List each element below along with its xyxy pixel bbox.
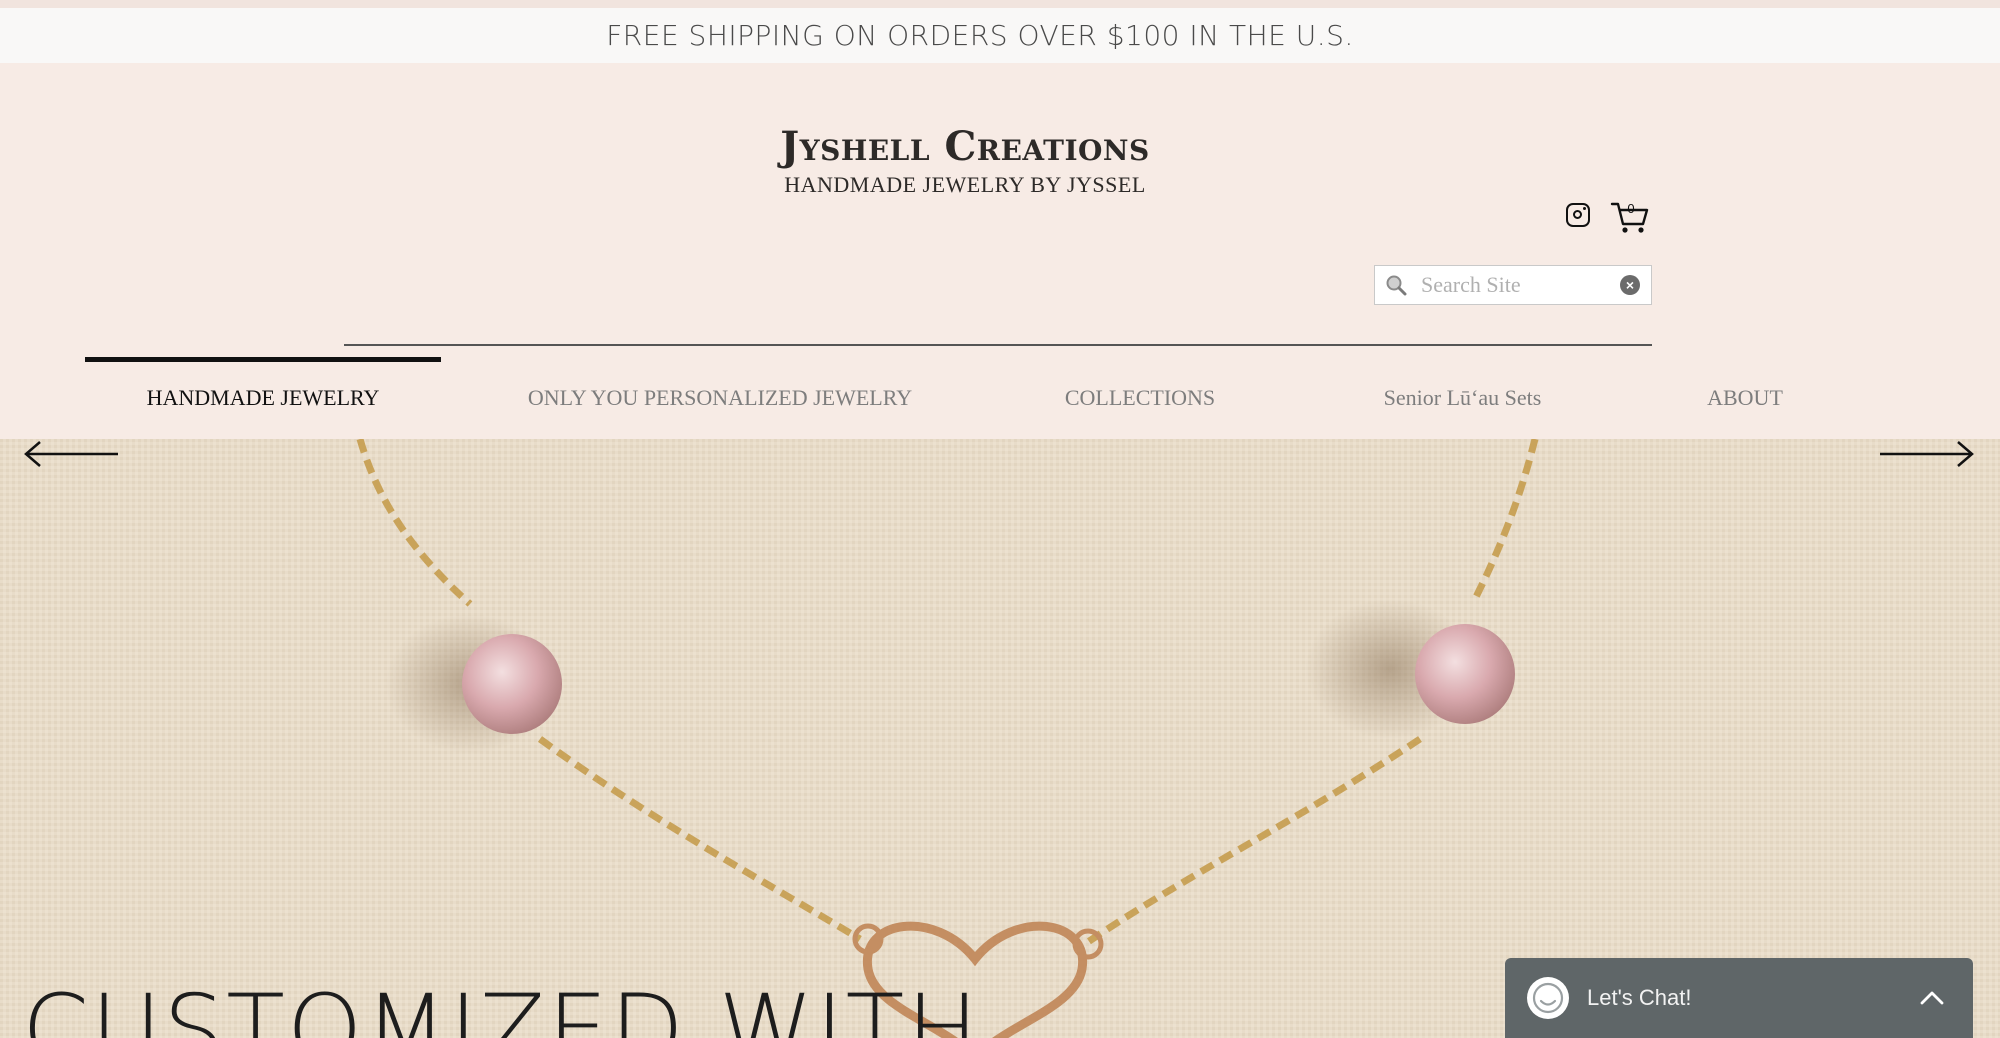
nav-item-about[interactable]: ABOUT [1660,357,1830,439]
chevron-up-icon[interactable] [1919,990,1945,1006]
announcement-text: FREE SHIPPING ON ORDERS OVER $100 IN THE… [606,19,1354,52]
instagram-icon[interactable] [1566,203,1590,227]
chat-widget[interactable]: Let's Chat! [1505,958,1973,1038]
cart-count: 0 [1627,201,1635,216]
hero-title: CUSTOMIZED WITH [22,974,981,1038]
site-header: Jyshell Creations HANDMADE JEWELRY BY JY… [0,63,2000,439]
announcement-bar: FREE SHIPPING ON ORDERS OVER $100 IN THE… [0,8,2000,63]
nav-item-collections[interactable]: COLLECTIONS [1020,357,1260,439]
top-strip [0,0,2000,8]
nav-item-senior-luau-sets[interactable]: Senior Lūʻau Sets [1340,357,1585,439]
prev-slide-arrow[interactable] [22,439,122,469]
main-nav: HANDMADE JEWELRY ONLY YOU PERSONALIZED J… [0,357,2000,439]
nav-item-personalized-jewelry[interactable]: ONLY YOU PERSONALIZED JEWELRY [510,357,930,439]
brand-subtitle: HANDMADE JEWELRY BY JYSSEL [784,172,1146,197]
brand-title[interactable]: Jyshell Creations [700,123,1230,170]
hero-slideshow: CUSTOMIZED WITH [0,439,2000,1038]
next-slide-arrow[interactable] [1876,439,1976,469]
brand[interactable]: Jyshell Creations HANDMADE JEWELRY BY JY… [700,123,1230,198]
search-input[interactable] [1421,272,1611,298]
header-divider [344,344,1652,346]
chat-smiley-icon [1527,977,1569,1019]
search-icon[interactable] [1385,274,1407,296]
hero-image [0,439,2000,1038]
search-box: × [1374,265,1652,305]
nav-item-handmade-jewelry[interactable]: HANDMADE JEWELRY [85,357,441,439]
clear-icon[interactable]: × [1620,275,1640,295]
chat-label: Let's Chat! [1587,985,1692,1010]
